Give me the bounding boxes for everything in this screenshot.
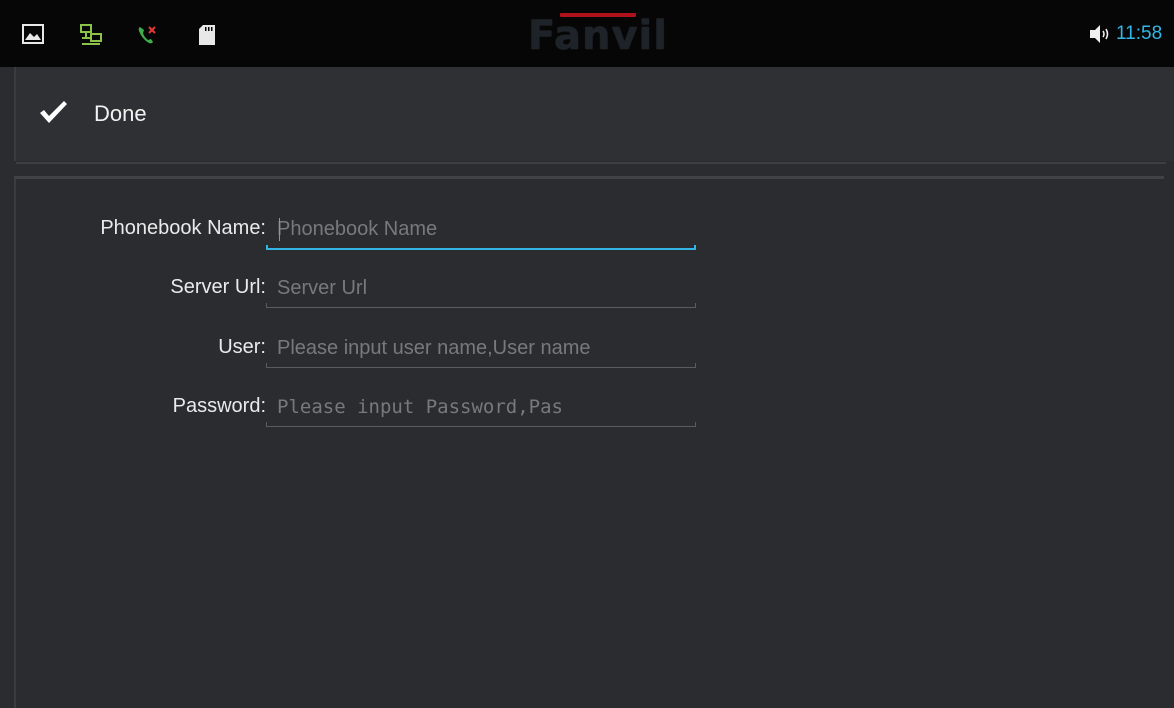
phonebook-editor-screen: Fanvil 11:58 Done Phonebook Name: Phoneb… [0, 0, 1174, 708]
password-underline [266, 422, 696, 427]
brand-logo-text: Fanvil [528, 13, 668, 59]
user-underline [266, 363, 696, 368]
checkmark-icon [38, 99, 68, 130]
form-row-password: Password: [16, 383, 716, 431]
server-url-label: Server Url: [170, 276, 266, 298]
server-url-input[interactable] [266, 268, 696, 308]
form-row-user: User: [16, 324, 716, 372]
network-icon[interactable] [80, 24, 102, 51]
image-icon[interactable] [22, 24, 44, 49]
phonebook-form: Phonebook Name: Server Url: User: Passwo… [14, 179, 1174, 708]
missed-call-icon[interactable] [136, 24, 158, 51]
status-clock: 11:58 [1116, 23, 1163, 44]
done-label: Done [94, 101, 147, 126]
phonebook-name-input[interactable] [266, 209, 696, 249]
form-row-server-url: Server Url: [16, 264, 716, 312]
brand-logo: Fanvil [528, 6, 668, 62]
phonebook-name-underline [266, 245, 696, 250]
password-input[interactable] [266, 387, 696, 427]
volume-icon[interactable] [1088, 22, 1112, 51]
phonebook-name-label: Phonebook Name: [100, 217, 266, 239]
user-input[interactable] [266, 328, 696, 368]
action-bar: Done [14, 67, 1174, 161]
done-button[interactable]: Done [38, 93, 147, 135]
text-cursor [279, 218, 280, 241]
server-url-underline [266, 303, 696, 308]
password-label: Password: [172, 395, 266, 417]
sd-card-icon[interactable] [198, 24, 216, 51]
form-row-phonebook-name: Phonebook Name: [16, 205, 716, 253]
user-label: User: [218, 336, 266, 358]
action-bar-divider [16, 162, 1166, 164]
status-bar: Fanvil 11:58 [0, 0, 1174, 67]
